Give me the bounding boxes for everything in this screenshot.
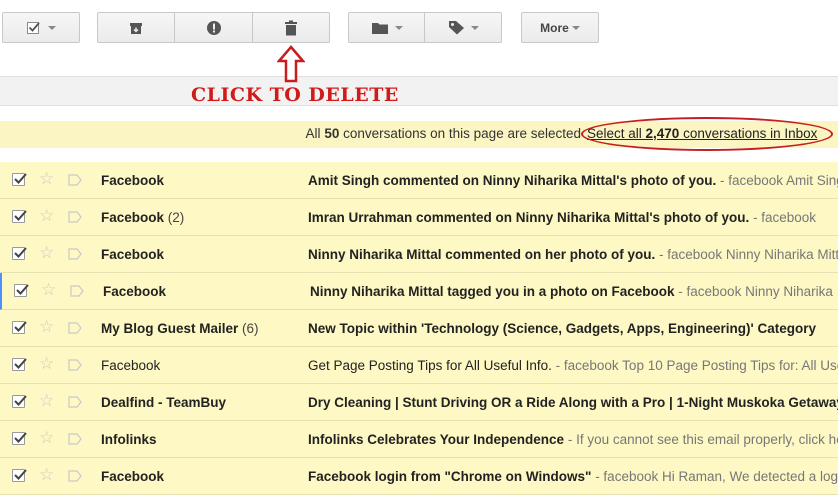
checkmark-icon: [14, 247, 27, 258]
star-icon[interactable]: ☆: [41, 281, 56, 298]
toolbar-divider-bar: [0, 76, 838, 106]
star-icon[interactable]: ☆: [39, 318, 54, 335]
subject-line: Amit Singh commented on Ninny Niharika M…: [308, 173, 838, 188]
sender-name: Facebook (2): [101, 210, 185, 225]
sender-name: Infolinks: [101, 432, 157, 447]
sender-name: Facebook: [101, 173, 165, 188]
row-checkbox[interactable]: [12, 432, 27, 445]
star-icon[interactable]: ☆: [39, 466, 54, 483]
labels-button[interactable]: [425, 12, 502, 43]
importance-marker-icon[interactable]: [68, 248, 82, 260]
more-label: More: [540, 20, 569, 35]
select-all-checkbox-button[interactable]: [2, 12, 80, 43]
checkmark-icon: [14, 395, 27, 406]
row-checkbox[interactable]: [12, 469, 27, 482]
row-checkbox[interactable]: [12, 210, 27, 223]
star-icon[interactable]: ☆: [39, 429, 54, 446]
row-checkbox[interactable]: [12, 247, 27, 260]
importance-marker-icon[interactable]: [68, 396, 82, 408]
subject-line: Get Page Posting Tips for All Useful Inf…: [308, 358, 838, 373]
label-tag-icon: [448, 21, 464, 35]
sender-name: Dealfind - TeamBuy: [101, 395, 227, 410]
chevron-down-icon: [470, 25, 479, 30]
table-row[interactable]: ☆ Infolinks Infolinks Celebrates Your Inde…: [0, 421, 838, 458]
report-spam-button[interactable]: [175, 12, 253, 43]
subject-line: New Topic within 'Technology (Science, G…: [308, 321, 816, 336]
importance-marker-icon[interactable]: [68, 322, 82, 334]
checkmark-icon: [16, 284, 29, 295]
importance-marker-icon[interactable]: [68, 174, 82, 186]
delete-button[interactable]: [253, 12, 330, 43]
checkmark-icon: [14, 358, 27, 369]
row-checkbox[interactable]: [12, 173, 27, 186]
subject-line: Ninny Niharika Mittal tagged you in a ph…: [310, 284, 833, 299]
table-row[interactable]: ☆ Dealfind - TeamBuy Dry Cleaning | Stunt …: [0, 384, 838, 421]
star-icon[interactable]: ☆: [39, 355, 54, 372]
report-spam-icon: [206, 20, 221, 35]
chevron-down-icon: [48, 25, 56, 30]
table-row[interactable]: ☆ Facebook Amit Singh commented on Ninny N…: [0, 162, 838, 199]
row-checkbox[interactable]: [12, 321, 27, 334]
row-checkbox[interactable]: [14, 284, 29, 297]
subject-line: Imran Urrahman commented on Ninny Nihari…: [308, 210, 817, 225]
archive-icon: [130, 22, 142, 34]
table-row[interactable]: ☆ Facebook (2) Imran Urrahman commented on…: [0, 199, 838, 236]
subject-line: Facebook login from "Chrome on Windows" …: [308, 469, 838, 484]
checkmark-icon: [14, 321, 27, 332]
checkmark-icon: [14, 210, 27, 221]
checkmark-icon: [14, 432, 27, 443]
checkmark-icon: [14, 173, 27, 184]
folder-icon: [371, 22, 388, 34]
subject-line: Ninny Niharika Mittal commented on her p…: [308, 247, 838, 262]
table-row[interactable]: ☆ My Blog Guest Mailer (6) New Topic withi…: [0, 310, 838, 347]
click-to-delete-annotation: CLICK TO DELETE: [191, 84, 399, 106]
row-checkbox[interactable]: [12, 395, 27, 408]
selection-notice-bar: All 50 conversations on this page are se…: [0, 121, 838, 148]
table-row[interactable]: ☆ Facebook Facebook login from "Chrome on …: [0, 458, 838, 495]
subject-line: Infolinks Celebrates Your Independence -…: [308, 432, 838, 447]
sender-name: My Blog Guest Mailer (6): [101, 321, 259, 336]
importance-marker-icon[interactable]: [68, 359, 82, 371]
checkmark-icon: [14, 469, 27, 480]
selection-notice-text: All 50 conversations on this page are se…: [305, 126, 581, 141]
star-icon[interactable]: ☆: [39, 170, 54, 187]
subject-line: Dry Cleaning | Stunt Driving OR a Ride A…: [308, 395, 838, 410]
up-arrow-annotation-icon: [277, 45, 305, 83]
importance-marker-icon[interactable]: [68, 470, 82, 482]
table-row[interactable]: ☆ Facebook Ninny Niharika Mittal commented…: [0, 236, 838, 273]
move-to-button[interactable]: [348, 12, 425, 43]
more-button[interactable]: More: [521, 12, 599, 43]
archive-button[interactable]: [97, 12, 175, 43]
chevron-down-icon: [571, 25, 580, 30]
importance-marker-icon[interactable]: [68, 211, 82, 223]
chevron-down-icon: [394, 25, 403, 30]
row-checkbox[interactable]: [12, 358, 27, 371]
sender-name: Facebook: [101, 469, 165, 484]
table-row[interactable]: ☆ Facebook Ninny Niharika Mittal tagged yo…: [0, 273, 838, 310]
star-icon[interactable]: ☆: [39, 207, 54, 224]
message-list: ☆ Facebook Amit Singh commented on Ninny N…: [0, 162, 838, 495]
importance-marker-icon[interactable]: [68, 433, 82, 445]
star-icon[interactable]: ☆: [39, 244, 54, 261]
checkbox-icon: [27, 21, 40, 34]
sender-name: Facebook: [101, 247, 165, 262]
importance-marker-icon[interactable]: [70, 285, 84, 297]
trash-icon: [285, 20, 297, 35]
table-row[interactable]: ☆ Facebook Get Page Posting Tips for All U…: [0, 347, 838, 384]
star-icon[interactable]: ☆: [39, 392, 54, 409]
sender-name: Facebook: [101, 358, 161, 373]
sender-name: Facebook: [103, 284, 167, 299]
select-all-conversations-link[interactable]: Select all 2,470 conversations in Inbox: [587, 126, 817, 141]
